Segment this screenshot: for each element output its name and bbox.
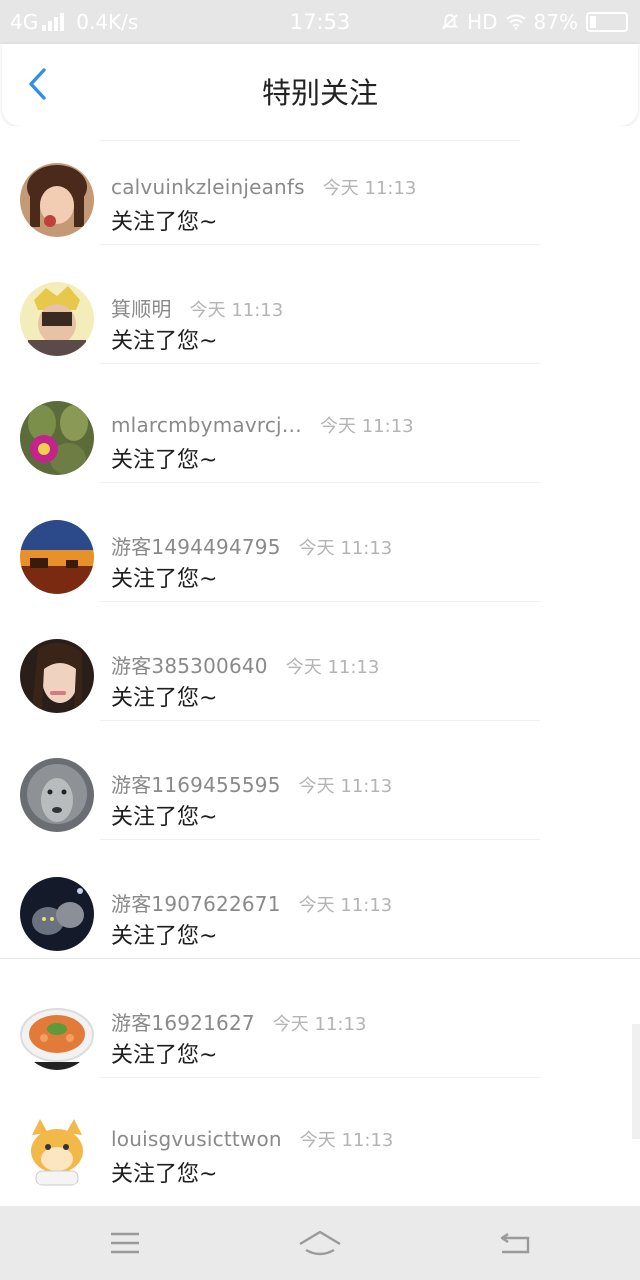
back-icon <box>500 1233 530 1254</box>
mute-bell-icon <box>441 14 459 30</box>
username[interactable]: 游客1494494795 <box>111 531 281 560</box>
page-title: 特别关注 <box>261 76 378 110</box>
timestamp: 今天 11:13 <box>298 538 393 559</box>
avatar[interactable] <box>20 758 94 832</box>
timestamp: 今天 11:13 <box>272 1014 367 1035</box>
follow-notification-list[interactable]: calvuinkzleinjeanfs 今天 11:13 关注了您~ 箕顺明 今… <box>0 126 640 1206</box>
timestamp: 今天 11:13 <box>285 657 380 678</box>
notification-message: 关注了您~ <box>111 329 218 354</box>
avatar[interactable] <box>20 996 94 1070</box>
item-meta: 箕顺明 今天 11:13 <box>111 293 283 322</box>
item-meta: 游客1907622671 今天 11:13 <box>111 888 392 917</box>
notification-message: 关注了您~ <box>111 567 218 592</box>
avatar[interactable] <box>20 401 94 475</box>
avatar[interactable] <box>20 163 94 237</box>
notification-message: 关注了您~ <box>111 210 218 235</box>
avatar[interactable] <box>20 877 94 951</box>
username[interactable]: 箕顺明 <box>111 293 172 322</box>
username[interactable]: mlarcmbymavrcj… <box>111 413 302 437</box>
list-item[interactable]: 游客1494494795 今天 11:13 关注了您~ <box>0 483 640 602</box>
username[interactable]: louisgvusicttwon <box>111 1127 282 1151</box>
list-item[interactable]: 游客16921627 今天 11:13 关注了您~ <box>0 959 640 1078</box>
battery-percent: 87% <box>533 10 578 34</box>
avatar[interactable] <box>20 1115 94 1189</box>
username[interactable]: 游客1907622671 <box>111 888 281 917</box>
item-meta: 游客16921627 今天 11:13 <box>111 1007 366 1036</box>
notification-message: 关注了您~ <box>111 448 218 473</box>
menu-button[interactable] <box>101 1221 149 1265</box>
timestamp: 今天 11:13 <box>322 178 417 199</box>
timestamp: 今天 11:13 <box>298 895 393 916</box>
item-meta: 游客1169455595 今天 11:13 <box>111 769 392 798</box>
notification-message: 关注了您~ <box>111 1043 218 1068</box>
list-item[interactable]: louisgvusicttwon 今天 11:13 关注了您~ <box>0 1078 640 1197</box>
list-item[interactable]: mlarcmbymavrcj… 今天 11:13 关注了您~ <box>0 364 640 483</box>
avatar[interactable] <box>20 639 94 713</box>
bottom-navigation <box>0 1206 640 1280</box>
username[interactable]: 游客1169455595 <box>111 769 281 798</box>
notification-message: 关注了您~ <box>111 1162 218 1187</box>
item-meta: calvuinkzleinjeanfs 今天 11:13 <box>111 174 416 200</box>
username[interactable]: 游客385300640 <box>111 650 268 679</box>
item-meta: 游客385300640 今天 11:13 <box>111 650 379 679</box>
timestamp: 今天 11:13 <box>298 776 393 797</box>
item-meta: mlarcmbymavrcj… 今天 11:13 <box>111 412 414 438</box>
home-button[interactable] <box>296 1221 344 1265</box>
hd-label: HD <box>467 10 498 34</box>
list-item[interactable]: 游客1907622671 今天 11:13 关注了您~ <box>0 840 640 959</box>
avatar[interactable] <box>20 282 94 356</box>
timestamp: 今天 11:13 <box>299 1130 394 1151</box>
notification-message: 关注了您~ <box>111 924 218 949</box>
notification-message: 关注了您~ <box>111 805 218 830</box>
notification-message: 关注了您~ <box>111 686 218 711</box>
home-icon <box>299 1230 341 1256</box>
username[interactable]: calvuinkzleinjeanfs <box>111 175 305 199</box>
timestamp: 今天 11:13 <box>320 416 414 437</box>
list-item[interactable]: 箕顺明 今天 11:13 关注了您~ <box>0 245 640 364</box>
header: 特别关注 <box>2 44 638 126</box>
battery-icon <box>586 12 628 32</box>
list-item[interactable]: 游客385300640 今天 11:13 关注了您~ <box>0 602 640 721</box>
timestamp: 今天 11:13 <box>189 300 284 321</box>
item-meta: louisgvusicttwon 今天 11:13 <box>111 1126 393 1152</box>
scrollbar[interactable] <box>632 1024 640 1139</box>
system-back-button[interactable] <box>491 1221 539 1265</box>
item-meta: 游客1494494795 今天 11:13 <box>111 531 392 560</box>
status-bar-right: HD 87% <box>441 10 628 34</box>
avatar[interactable] <box>20 520 94 594</box>
status-bar: 4G 0.4K/s 17:53 HD 87% <box>0 0 640 44</box>
wifi-icon <box>505 14 526 30</box>
list-item[interactable]: 游客1169455595 今天 11:13 关注了您~ <box>0 721 640 840</box>
list-item[interactable]: calvuinkzleinjeanfs 今天 11:13 关注了您~ <box>0 126 640 245</box>
menu-icon <box>111 1232 139 1254</box>
username[interactable]: 游客16921627 <box>111 1007 255 1036</box>
